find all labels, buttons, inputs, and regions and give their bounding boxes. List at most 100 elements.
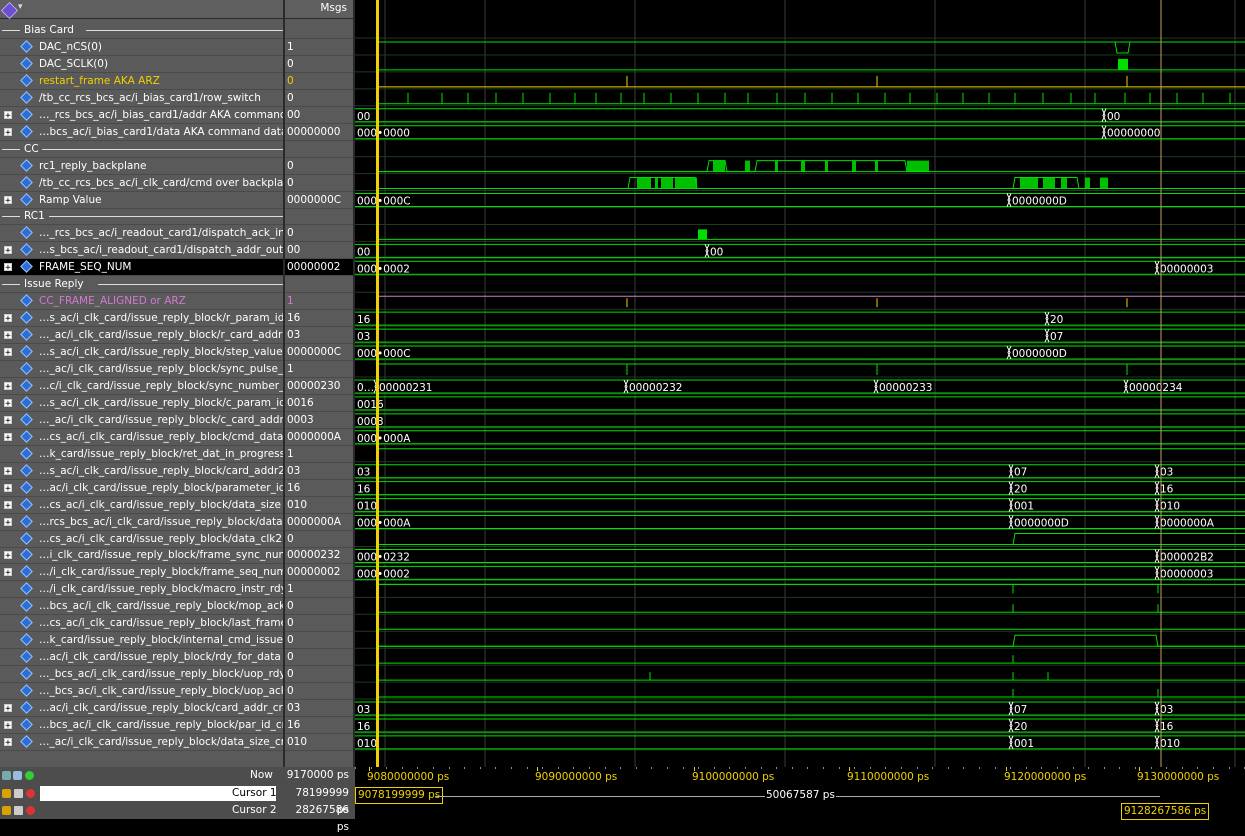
expand-icon[interactable]: + [4,246,12,256]
signal-row[interactable]: …_ac/i_clk_card/issue_reply_block/sync_p… [0,361,283,378]
expand-icon[interactable]: + [4,568,12,578]
signal-row[interactable]: …k_card/issue_reply_block/ret_dat_in_pro… [0,446,283,463]
cursor2-time-box[interactable]: 9128267586 ps [1121,803,1210,820]
expand-icon[interactable]: + [4,551,12,561]
expand-icon[interactable]: + [4,331,12,341]
add-cursor-icon[interactable] [25,771,34,780]
signal-row[interactable]: …k_card/issue_reply_block/internal_cmd_i… [0,632,283,649]
expand-icon[interactable]: + [4,127,12,137]
signal-row[interactable]: rc1_reply_backplane [0,158,283,175]
signal-row[interactable]: /tb_cc_rcs_bcs_ac/i_clk_card/cmd over ba… [0,175,283,192]
signal-row[interactable]: …cs_ac/i_clk_card/issue_reply_block/data… [0,531,283,548]
minor-tick [417,767,419,769]
row-separator [285,478,353,480]
waveform-pane[interactable]: 00 00 000•0000 00000000 000•000C 0000000D 00 00… [355,0,1245,767]
signal-row[interactable]: CC_FRAME_ALIGNED or ARZ [0,293,283,310]
dropdown-arrow-icon[interactable]: ▾ [18,2,23,12]
expand-icon[interactable]: + [4,381,12,391]
signal-row[interactable]: restart_frame AKA ARZ [0,73,283,90]
signal-diamond-icon [20,328,33,341]
signal-name: /tb_cc_rcs_bcs_ac/i_clk_card/cmd over ba… [39,176,283,189]
dac-ncs-pulse [1114,41,1131,54]
signal-value: 1 [287,295,294,308]
expand-icon[interactable]: + [4,517,12,527]
group-divider[interactable]: RC1 [0,208,283,225]
pencil-icon[interactable] [14,789,23,798]
signal-diamond-icon [20,412,33,426]
signal-row[interactable]: + FRAME_SEQ_NUM [0,259,283,277]
signal-value: 1 [287,583,294,596]
group-divider[interactable]: Issue Reply [0,276,283,293]
signal-row[interactable]: + …cs_ac/i_clk_card/issue_reply_block/cmd… [0,429,283,446]
signal-row[interactable]: + Ramp Value [0,192,283,209]
signal-diamond-icon [20,362,33,375]
signal-row[interactable]: + …ac/i_clk_card/issue_reply_block/card_a… [0,700,283,717]
signal-row[interactable]: + …bcs_ac/i_clk_card/issue_reply_block/pa… [0,717,283,734]
row-separator [0,173,283,175]
bus-value-label: 20 [1014,721,1027,733]
expand-icon[interactable]: + [4,720,12,730]
expand-icon[interactable]: + [4,466,12,476]
expand-icon[interactable]: + [4,704,12,714]
signal-row[interactable]: + …_rcs_bcs_ac/i_bias_card1/addr AKA comm… [0,107,283,124]
group-divider[interactable]: Bias Card [0,22,283,39]
signal-row[interactable]: + …_ac/i_clk_card/issue_reply_block/c_car… [0,412,283,429]
signal-row[interactable]: + …rcs_bcs_ac/i_clk_card/issue_reply_bloc… [0,514,283,531]
minor-tick [1041,767,1043,769]
signal-row[interactable]: …ac/i_clk_card/issue_reply_block/rdy_for… [0,649,283,666]
signal-row[interactable]: …_bcs_ac/i_clk_card/issue_reply_block/uo… [0,666,283,683]
expand-icon[interactable]: + [4,195,12,205]
signal-row[interactable]: + …c/i_clk_card/issue_reply_block/sync_nu… [0,378,283,395]
signal-name: …s_bcs_ac/i_readout_card1/dispatch_addr_… [39,244,283,257]
remove-icon[interactable] [26,789,35,798]
signal-row[interactable]: DAC_SCLK(0) [0,56,283,73]
expand-icon[interactable]: + [4,348,12,358]
toolbar-chip-icon[interactable] [1,2,18,19]
bus-value-label: 00000000 [1107,128,1160,140]
now-icon-2[interactable] [13,771,22,780]
signal-row[interactable]: + …s_bcs_ac/i_readout_card1/dispatch_addr… [0,242,283,259]
signal-row[interactable]: …/i_clk_card/issue_reply_block/macro_ins… [0,581,283,598]
signal-row[interactable]: + …bcs_ac/i_bias_card1/data AKA command d… [0,124,283,141]
now-icon-1[interactable] [2,771,11,780]
signal-row[interactable]: …_rcs_bcs_ac/i_readout_card1/dispatch_ac… [0,225,283,242]
pencil-icon-2[interactable] [14,806,23,815]
signal-row[interactable]: + …_ac/i_clk_card/issue_reply_block/r_car… [0,327,283,344]
signal-row[interactable]: + …/i_clk_card/issue_reply_block/frame_se… [0,564,283,581]
cursor1-time-box[interactable]: 9078199999 ps [355,787,444,804]
expand-icon[interactable]: + [4,263,12,273]
expand-icon[interactable]: + [4,398,12,408]
signal-row[interactable]: + …s_ac/i_clk_card/issue_reply_block/step… [0,344,283,361]
expand-icon[interactable]: + [4,314,12,324]
signal-row[interactable]: /tb_cc_rcs_bcs_ac/i_bias_card1/row_switc… [0,90,283,107]
signal-row[interactable]: + …cs_ac/i_clk_card/issue_reply_block/dat… [0,497,283,514]
row-separator [0,139,283,141]
signal-row[interactable]: + …s_ac/i_clk_card/issue_reply_block/r_pa… [0,310,283,327]
signal-row[interactable]: + …s_ac/i_clk_card/issue_reply_block/card… [0,463,283,480]
remove-icon-2[interactable] [26,806,35,815]
bottom-timeline[interactable]: 9080000000 ps 9090000000 ps 9100000000 ps 9… [355,767,1245,820]
lock-icon-2[interactable] [2,806,11,815]
signal-row[interactable]: DAC_nCS(0) [0,39,283,56]
signal-row[interactable]: + …i_clk_card/issue_reply_block/frame_syn… [0,547,283,564]
minor-tick [370,767,372,769]
expand-icon[interactable]: + [4,415,12,425]
minor-tick [791,767,793,769]
waveform-canvas[interactable]: 00 00000•0000 00000000000•000C 0000000D00 00… [355,0,1245,767]
lock-icon[interactable] [2,789,11,798]
expand-icon[interactable]: + [4,110,12,120]
signal-row[interactable]: + …s_ac/i_clk_card/issue_reply_block/c_pa… [0,395,283,412]
signal-row[interactable]: …cs_ac/i_clk_card/issue_reply_block/last… [0,615,283,632]
signal-row[interactable]: …_bcs_ac/i_clk_card/issue_reply_block/uo… [0,683,283,700]
expand-icon[interactable]: + [4,432,12,442]
signal-row[interactable]: + …_ac/i_clk_card/issue_reply_block/data_… [0,734,283,751]
expand-icon[interactable]: + [4,500,12,510]
minor-tick [573,767,575,769]
signal-row[interactable]: …bcs_ac/i_clk_card/issue_reply_block/mop… [0,598,283,615]
row-separator [285,360,353,362]
group-divider[interactable]: CC [0,141,283,158]
signal-row[interactable]: + …ac/i_clk_card/issue_reply_block/parame… [0,480,283,497]
expand-icon[interactable]: + [4,483,12,493]
expand-icon[interactable]: + [4,737,12,747]
signal-name: …cs_ac/i_clk_card/issue_reply_block/data… [39,498,281,511]
